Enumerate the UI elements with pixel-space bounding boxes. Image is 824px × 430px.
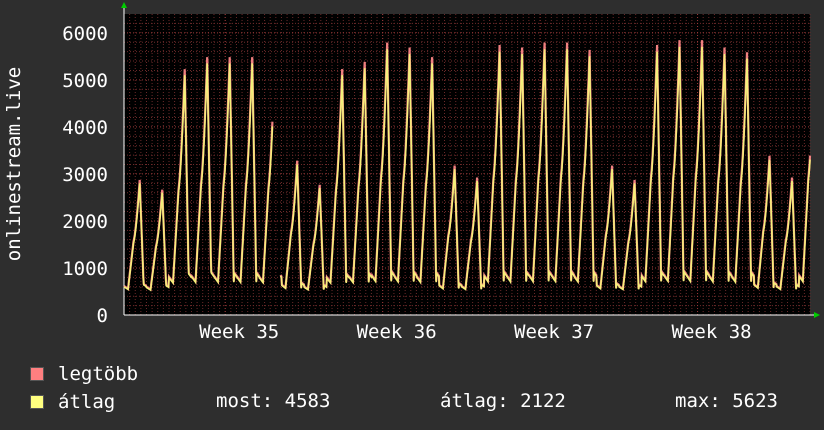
y-axis-arrow: [121, 2, 127, 8]
legend-item-max: legtöbb: [30, 362, 138, 386]
legend-swatch-max: [30, 367, 44, 381]
chart-plot: 0 1000 2000 3000 4000 5000 6000 Week 35 Week 36 W…: [3, 2, 820, 343]
chart-root: 0 1000 2000 3000 4000 5000 6000 Week 35 Week 36 W…: [0, 0, 824, 430]
legend-swatch-avg: [30, 395, 44, 409]
y-tick-label: 2000: [62, 211, 108, 233]
stat-avg: átlag: 2122: [440, 390, 566, 412]
legend-label-avg: átlag: [58, 391, 116, 413]
y-tick-label: 0: [97, 305, 108, 327]
legend-item-avg: átlag: [30, 390, 115, 414]
y-tick-label: 3000: [62, 164, 108, 186]
legend-label-max: legtöbb: [58, 363, 139, 385]
stat-now: most: 4583: [216, 390, 331, 412]
x-axis-arrow: [814, 312, 820, 318]
y-axis-label: onlinestream.live: [3, 67, 25, 261]
stat-max: max: 5623: [675, 390, 778, 412]
y-tick-label: 6000: [62, 23, 108, 45]
x-tick-label: Week 35: [199, 321, 279, 343]
y-tick-label: 1000: [62, 258, 108, 280]
x-tick-label: Week 37: [514, 321, 594, 343]
x-tick-label: Week 38: [672, 321, 752, 343]
y-tick-label: 5000: [62, 70, 108, 92]
x-tick-label: Week 36: [357, 321, 437, 343]
y-tick-label: 4000: [62, 117, 108, 139]
